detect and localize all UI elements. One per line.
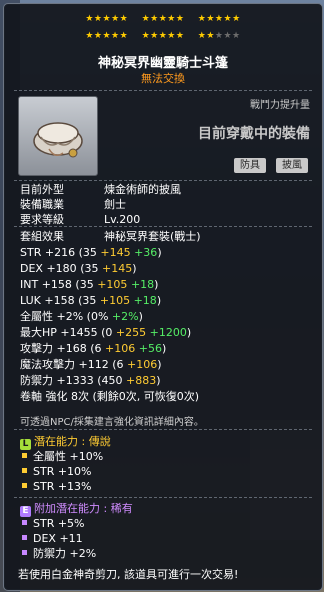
item-name: 神秘冥界幽靈騎士斗篷 xyxy=(97,56,228,71)
info-row: 目前外型 煉金術師的披風 xyxy=(20,183,181,196)
stat-row: 最大HP +1455 (0 +255 +1200) xyxy=(20,326,192,339)
divider xyxy=(14,180,312,181)
divider xyxy=(14,226,312,227)
scroll-upgrade-info: 卷軸 強化 8次 (剩餘0次, 可恢復0次) xyxy=(20,390,200,403)
stat-row: 全屬性 +2% (0% +2%) xyxy=(20,310,143,323)
trade-status: 無法交換 xyxy=(141,72,185,85)
combat-power-label: 戰鬥力提升量 xyxy=(250,100,310,111)
additional-potential-line: 防禦力 +2% xyxy=(22,546,96,561)
stat-row: STR +216 (35 +145 +36) xyxy=(20,246,162,259)
divider xyxy=(14,90,312,91)
stat-row: DEX +180 (35 +145) xyxy=(20,262,137,275)
set-effect-row: 套組效果 神秘冥界套裝(戰士) xyxy=(20,230,201,243)
divider xyxy=(14,497,312,498)
additional-potential-line: STR +5% xyxy=(22,516,96,531)
info-row: 要求等級 Lv.200 xyxy=(20,213,141,226)
potential-header: L 潛在能力 : 傳說 xyxy=(20,433,111,450)
star-group: ★★★★★ xyxy=(85,14,129,24)
star-empty: ★★★ xyxy=(214,31,241,41)
star-group: ★★★★★ xyxy=(141,14,185,24)
potential-line: STR +10% xyxy=(22,464,103,479)
trade-hint: 若使用白金神奇剪刀, 該道具可進行一次交易! xyxy=(18,568,239,581)
stat-row: 攻擊力 +168 (6 +106 +56) xyxy=(20,342,167,355)
stat-row: INT +158 (35 +105 +18) xyxy=(20,278,159,291)
star-group: ★★★★★ xyxy=(198,30,241,42)
category-tag: 防具 xyxy=(234,158,266,173)
star-filled: ★★ xyxy=(197,31,215,41)
potential-line: STR +13% xyxy=(22,479,103,494)
equipped-status: 目前穿戴中的裝備 xyxy=(198,126,310,142)
cape-icon xyxy=(18,96,98,176)
potential-line: 全屬性 +10% xyxy=(22,449,103,464)
star-force-row-1: ★★★★★ ★★★★★ ★★★★★ xyxy=(4,13,322,25)
stat-row: 防禦力 +1333 (450 +883) xyxy=(20,374,161,387)
subcategory-tag: 披風 xyxy=(276,158,308,173)
item-tooltip: ★★★★★ ★★★★★ ★★★★★ ★★★★★ ★★★★★ ★★★★★ 神秘冥界… xyxy=(3,3,323,591)
star-group: ★★★★★ xyxy=(197,14,241,24)
additional-potential-header: E 附加潛在能力 : 稀有 xyxy=(20,500,133,517)
potential-list: 全屬性 +10% STR +10% STR +13% xyxy=(22,449,103,494)
stat-row: 魔法攻擊力 +112 (6 +106) xyxy=(20,358,162,371)
stat-block: 套組效果 神秘冥界套裝(戰士) STR +216 (35 +145 +36) DE… xyxy=(20,229,201,405)
star-group: ★★★★★ xyxy=(85,31,129,41)
star-force-row-2: ★★★★★ ★★★★★ ★★★★★ xyxy=(4,30,322,42)
npc-note: 可透過NPC/採集建言強化資訊詳細內容。 xyxy=(20,417,204,428)
info-row: 裝備職業 劍士 xyxy=(20,198,126,211)
additional-potential-list: STR +5% DEX +11 防禦力 +2% xyxy=(22,516,96,561)
divider xyxy=(14,429,312,430)
stat-row: LUK +158 (35 +105 +18) xyxy=(20,294,162,307)
star-group: ★★★★★ xyxy=(141,31,185,41)
additional-potential-line: DEX +11 xyxy=(22,531,96,546)
